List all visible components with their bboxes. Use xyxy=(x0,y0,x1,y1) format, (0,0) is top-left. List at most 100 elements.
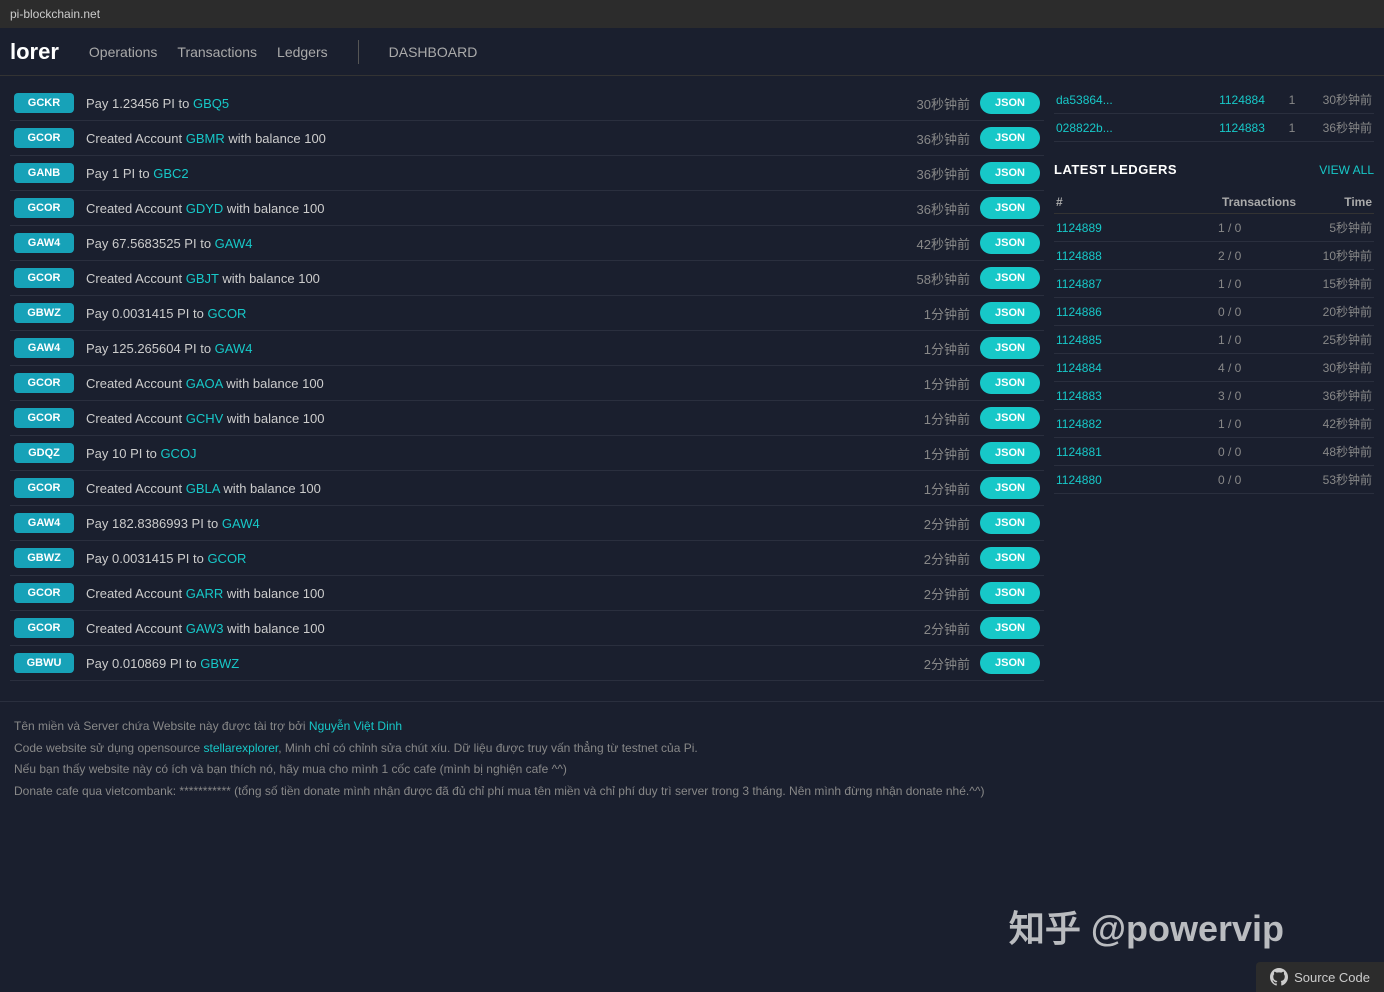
ops-highlight[interactable]: GDYD xyxy=(186,201,224,216)
ledger-id[interactable]: 1124884 xyxy=(1056,361,1214,375)
ops-highlight[interactable]: GBLA xyxy=(186,481,220,496)
tx-count: 1 xyxy=(1282,121,1302,135)
ledger-id[interactable]: 1124886 xyxy=(1056,305,1214,319)
tx-hash[interactable]: 028822b... xyxy=(1056,121,1202,135)
ops-time: 1分钟前 xyxy=(890,304,970,323)
ops-time: 30秒钟前 xyxy=(890,94,970,113)
operations-table: GCKRPay 1.23456 PI to GBQ530秒钟前JSONGCORC… xyxy=(10,86,1044,681)
ops-badge[interactable]: GCOR xyxy=(14,618,74,638)
ledger-tx: 1 / 0 xyxy=(1218,277,1298,291)
ops-row: GAW4Pay 67.5683525 PI to GAW442秒钟前JSON xyxy=(10,226,1044,261)
json-badge[interactable]: JSON xyxy=(980,92,1040,114)
ops-row: GDQZPay 10 PI to GCOJ1分钟前JSON xyxy=(10,436,1044,471)
tx-ledger[interactable]: 1124884 xyxy=(1212,93,1272,107)
ledger-id[interactable]: 1124882 xyxy=(1056,417,1214,431)
ops-highlight[interactable]: GCOJ xyxy=(160,446,196,461)
nav-dashboard[interactable]: DASHBOARD xyxy=(389,44,478,60)
ops-badge[interactable]: GCOR xyxy=(14,373,74,393)
json-badge[interactable]: JSON xyxy=(980,477,1040,499)
ledger-id[interactable]: 1124880 xyxy=(1056,473,1214,487)
footer-line4: Donate cafe qua vietcombank: ***********… xyxy=(14,781,1374,803)
view-all-link[interactable]: VIEW ALL xyxy=(1319,163,1374,177)
ops-badge[interactable]: GCOR xyxy=(14,128,74,148)
ledger-time: 53秒钟前 xyxy=(1302,471,1372,488)
ledger-id[interactable]: 1124885 xyxy=(1056,333,1214,347)
json-badge[interactable]: JSON xyxy=(980,302,1040,324)
json-badge[interactable]: JSON xyxy=(980,267,1040,289)
ledger-id[interactable]: 1124883 xyxy=(1056,389,1214,403)
ops-description: Created Account GBJT with balance 100 xyxy=(74,271,890,286)
footer-link-2[interactable]: stellarexplorer xyxy=(204,741,279,755)
ops-badge[interactable]: GCOR xyxy=(14,478,74,498)
tx-time: 30秒钟前 xyxy=(1312,91,1372,108)
json-badge[interactable]: JSON xyxy=(980,372,1040,394)
json-badge[interactable]: JSON xyxy=(980,162,1040,184)
json-badge[interactable]: JSON xyxy=(980,617,1040,639)
ops-highlight[interactable]: GCHV xyxy=(186,411,224,426)
tx-hash[interactable]: da53864... xyxy=(1056,93,1202,107)
footer-link-1[interactable]: Nguyễn Việt Dinh xyxy=(309,719,402,733)
ops-badge[interactable]: GCKR xyxy=(14,93,74,113)
json-badge[interactable]: JSON xyxy=(980,512,1040,534)
ledger-tx: 1 / 0 xyxy=(1218,221,1298,235)
json-badge[interactable]: JSON xyxy=(980,442,1040,464)
source-code-button[interactable]: Source Code xyxy=(1256,962,1384,992)
ops-badge[interactable]: GANB xyxy=(14,163,74,183)
ops-highlight[interactable]: GCOR xyxy=(207,306,246,321)
ops-badge[interactable]: GCOR xyxy=(14,198,74,218)
json-badge[interactable]: JSON xyxy=(980,407,1040,429)
ops-badge[interactable]: GAW4 xyxy=(14,513,74,533)
json-badge[interactable]: JSON xyxy=(980,582,1040,604)
json-badge[interactable]: JSON xyxy=(980,652,1040,674)
ops-highlight[interactable]: GAOA xyxy=(186,376,223,391)
ops-highlight[interactable]: GBJT xyxy=(186,271,219,286)
tx-ledger[interactable]: 1124883 xyxy=(1212,121,1272,135)
ledger-id[interactable]: 1124881 xyxy=(1056,445,1214,459)
col-hash-label: # xyxy=(1056,195,1222,209)
ops-highlight[interactable]: GBWZ xyxy=(200,656,239,671)
ops-badge[interactable]: GCOR xyxy=(14,408,74,428)
ops-badge[interactable]: GAW4 xyxy=(14,233,74,253)
ledger-id[interactable]: 1124889 xyxy=(1056,221,1214,235)
title-bar: pi-blockchain.net xyxy=(0,0,1384,28)
ops-highlight[interactable]: GAW4 xyxy=(215,236,253,251)
json-badge[interactable]: JSON xyxy=(980,127,1040,149)
ops-description: Created Account GAW3 with balance 100 xyxy=(74,621,890,636)
json-badge[interactable]: JSON xyxy=(980,547,1040,569)
ops-badge[interactable]: GAW4 xyxy=(14,338,74,358)
ops-badge[interactable]: GBWU xyxy=(14,653,74,673)
ledger-row: 1124887 1 / 0 15秒钟前 xyxy=(1054,270,1374,298)
ledger-id[interactable]: 1124887 xyxy=(1056,277,1214,291)
ops-time: 1分钟前 xyxy=(890,444,970,463)
ops-badge[interactable]: GBWZ xyxy=(14,548,74,568)
ops-highlight[interactable]: GBQ5 xyxy=(193,96,229,111)
json-badge[interactable]: JSON xyxy=(980,232,1040,254)
ops-highlight[interactable]: GBC2 xyxy=(153,166,188,181)
operations-panel: GCKRPay 1.23456 PI to GBQ530秒钟前JSONGCORC… xyxy=(10,86,1044,681)
ops-description: Pay 125.265604 PI to GAW4 xyxy=(74,341,890,356)
ops-badge[interactable]: GCOR xyxy=(14,268,74,288)
ops-highlight[interactable]: GAW3 xyxy=(186,621,224,636)
ops-badge[interactable]: GCOR xyxy=(14,583,74,603)
ops-description: Created Account GARR with balance 100 xyxy=(74,586,890,601)
ops-highlight[interactable]: GARR xyxy=(186,586,224,601)
col-tx-label: Transactions xyxy=(1222,195,1302,209)
ops-description: Created Account GBMR with balance 100 xyxy=(74,131,890,146)
ops-highlight[interactable]: GCOR xyxy=(207,551,246,566)
ops-highlight[interactable]: GBMR xyxy=(186,131,225,146)
ops-highlight[interactable]: GAW4 xyxy=(222,516,260,531)
ledger-time: 15秒钟前 xyxy=(1302,275,1372,292)
nav-ledgers[interactable]: Ledgers xyxy=(277,39,328,65)
json-badge[interactable]: JSON xyxy=(980,197,1040,219)
nav-links: Operations Transactions Ledgers DASHBOAR… xyxy=(89,39,477,65)
nav-operations[interactable]: Operations xyxy=(89,39,157,65)
json-badge[interactable]: JSON xyxy=(980,337,1040,359)
ops-badge[interactable]: GBWZ xyxy=(14,303,74,323)
github-icon xyxy=(1270,968,1288,986)
ops-row: GCORCreated Account GARR with balance 10… xyxy=(10,576,1044,611)
ledger-id[interactable]: 1124888 xyxy=(1056,249,1214,263)
ops-highlight[interactable]: GAW4 xyxy=(215,341,253,356)
ops-badge[interactable]: GDQZ xyxy=(14,443,74,463)
nav-transactions[interactable]: Transactions xyxy=(177,39,257,65)
ops-time: 36秒钟前 xyxy=(890,199,970,218)
